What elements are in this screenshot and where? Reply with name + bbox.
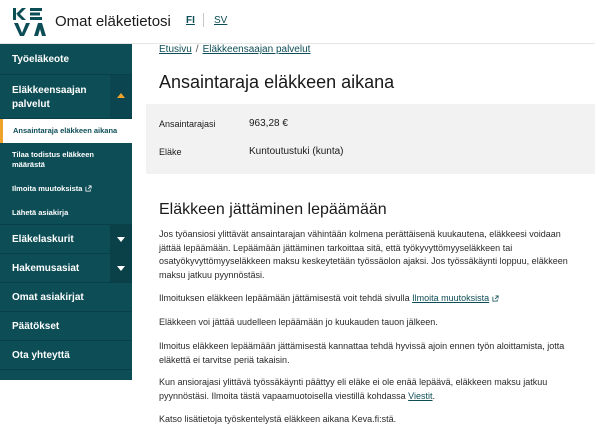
sidebar-item-label: Ansaintaraja eläkkeen aikana [13,126,118,135]
sidebar-item-tilaa-todistus[interactable]: Tilaa todistus eläkkeen määrästä [0,143,132,177]
sidebar-item-tyoelakeote[interactable]: Työeläkeote [0,44,132,75]
sidebar-item-ilmoita-muutoksista[interactable]: Ilmoita muutoksista [0,177,132,201]
language-divider [203,13,204,27]
sidebar-item-label: Hakemusasiat [12,263,80,274]
earnings-limit-value: 963,28 € [249,118,288,129]
sidebar-item-text: Ilmoita muutoksista [12,184,83,193]
sidebar-nav: Työeläkeote Eläkkeensaajan palvelut Ansa… [0,44,132,380]
sidebar-item-label: Ilmoita muutoksista [12,184,92,194]
external-link-icon [492,295,499,302]
breadcrumb: Etusivu / Eläkkeensaajan palvelut [159,44,310,55]
breadcrumb-separator: / [195,44,199,55]
language-fi-link[interactable]: FI [186,15,195,26]
sidebar-item-laheta-asiakirja[interactable]: Lähetä asiakirja [0,201,132,225]
paragraph-notify: Ilmoituksen eläkkeen lepäämään jättämise… [159,292,579,306]
top-header: Omat eläketietosi FI SV [0,0,595,44]
sidebar-item-ota-yhteytta[interactable]: Ota yhteyttä [0,341,132,370]
sidebar-item-omat-asiakirjat[interactable]: Omat asiakirjat [0,283,132,312]
expand-toggle[interactable] [110,225,132,253]
expand-toggle[interactable] [110,254,132,282]
breadcrumb-home-link[interactable]: Etusivu [159,44,192,55]
external-link-icon [85,185,92,192]
paragraph-text: Ilmoituksen eläkkeen lepäämään jättämise… [159,293,410,303]
keva-logo[interactable] [12,7,50,37]
sidebar-item-label: Omat asiakirjat [12,292,84,303]
earnings-limit-panel: Ansaintarajasi 963,28 € Eläke Kuntoutust… [146,104,595,174]
sidebar-item-label: Eläkelaskurit [12,234,74,245]
app-title: Omat eläketietosi [55,13,171,30]
sidebar-item-paatokset[interactable]: Päätökset [0,312,132,341]
sidebar-item-label: Työeläkeote [12,54,70,65]
paragraph-rest-pension: Jos työansiosi ylittävät ansaintarajan v… [159,229,568,280]
language-sv-link[interactable]: SV [214,15,227,26]
sidebar-item-label: Lähetä asiakirja [12,208,69,217]
pension-type-value: Kuntoutustuki (kunta) [249,146,344,157]
pension-type-label: Eläke [159,147,182,157]
sidebar-item-elakkeensaajan-palvelut[interactable]: Eläkkeensaajan palvelut [0,75,132,119]
chevron-up-icon [117,93,125,98]
page-title: Ansaintaraja eläkkeen aikana [159,72,395,92]
paragraph-advance-notice: Ilmoitus eläkkeen lepäämään jättämisestä… [159,341,565,365]
sidebar-item-label: Eläkkeensaajan palvelut [12,85,87,110]
sidebar-item-label: Tilaa todistus eläkkeen määrästä [12,150,94,169]
chevron-down-icon [117,237,125,242]
paragraph-more-info: Katso lisätietoja työskentelystä eläkkee… [159,414,397,424]
paragraph-text: Kun ansiorajasi ylittävä työssäkäynti pä… [159,377,548,401]
breadcrumb-current-link[interactable]: Eläkkeensaajan palvelut [203,44,311,55]
sidebar-item-label: Ota yhteyttä [12,350,70,361]
sidebar-item-hakemusasiat[interactable]: Hakemusasiat [0,254,132,283]
paragraph-rest-again: Eläkkeen voi jättää uudelleen lepäämään … [159,317,438,327]
earnings-limit-label: Ansaintarajasi [159,119,216,129]
sidebar-item-label: Päätökset [12,321,60,332]
paragraph-end: . [432,390,436,401]
chevron-down-icon [117,266,125,271]
sidebar-item-elakelaskurit[interactable]: Eläkelaskurit [0,225,132,254]
notify-changes-link[interactable]: Ilmoita muutoksista [412,293,489,303]
paragraph-resume: Kun ansiorajasi ylittävä työssäkäynti pä… [159,376,579,403]
section-title: Eläkkeen jättäminen lepäämään [159,201,387,218]
collapse-toggle[interactable] [110,75,132,118]
sidebar-item-ansaintaraja[interactable]: Ansaintaraja eläkkeen aikana [0,119,132,143]
messages-link[interactable]: Viestit [408,391,432,401]
